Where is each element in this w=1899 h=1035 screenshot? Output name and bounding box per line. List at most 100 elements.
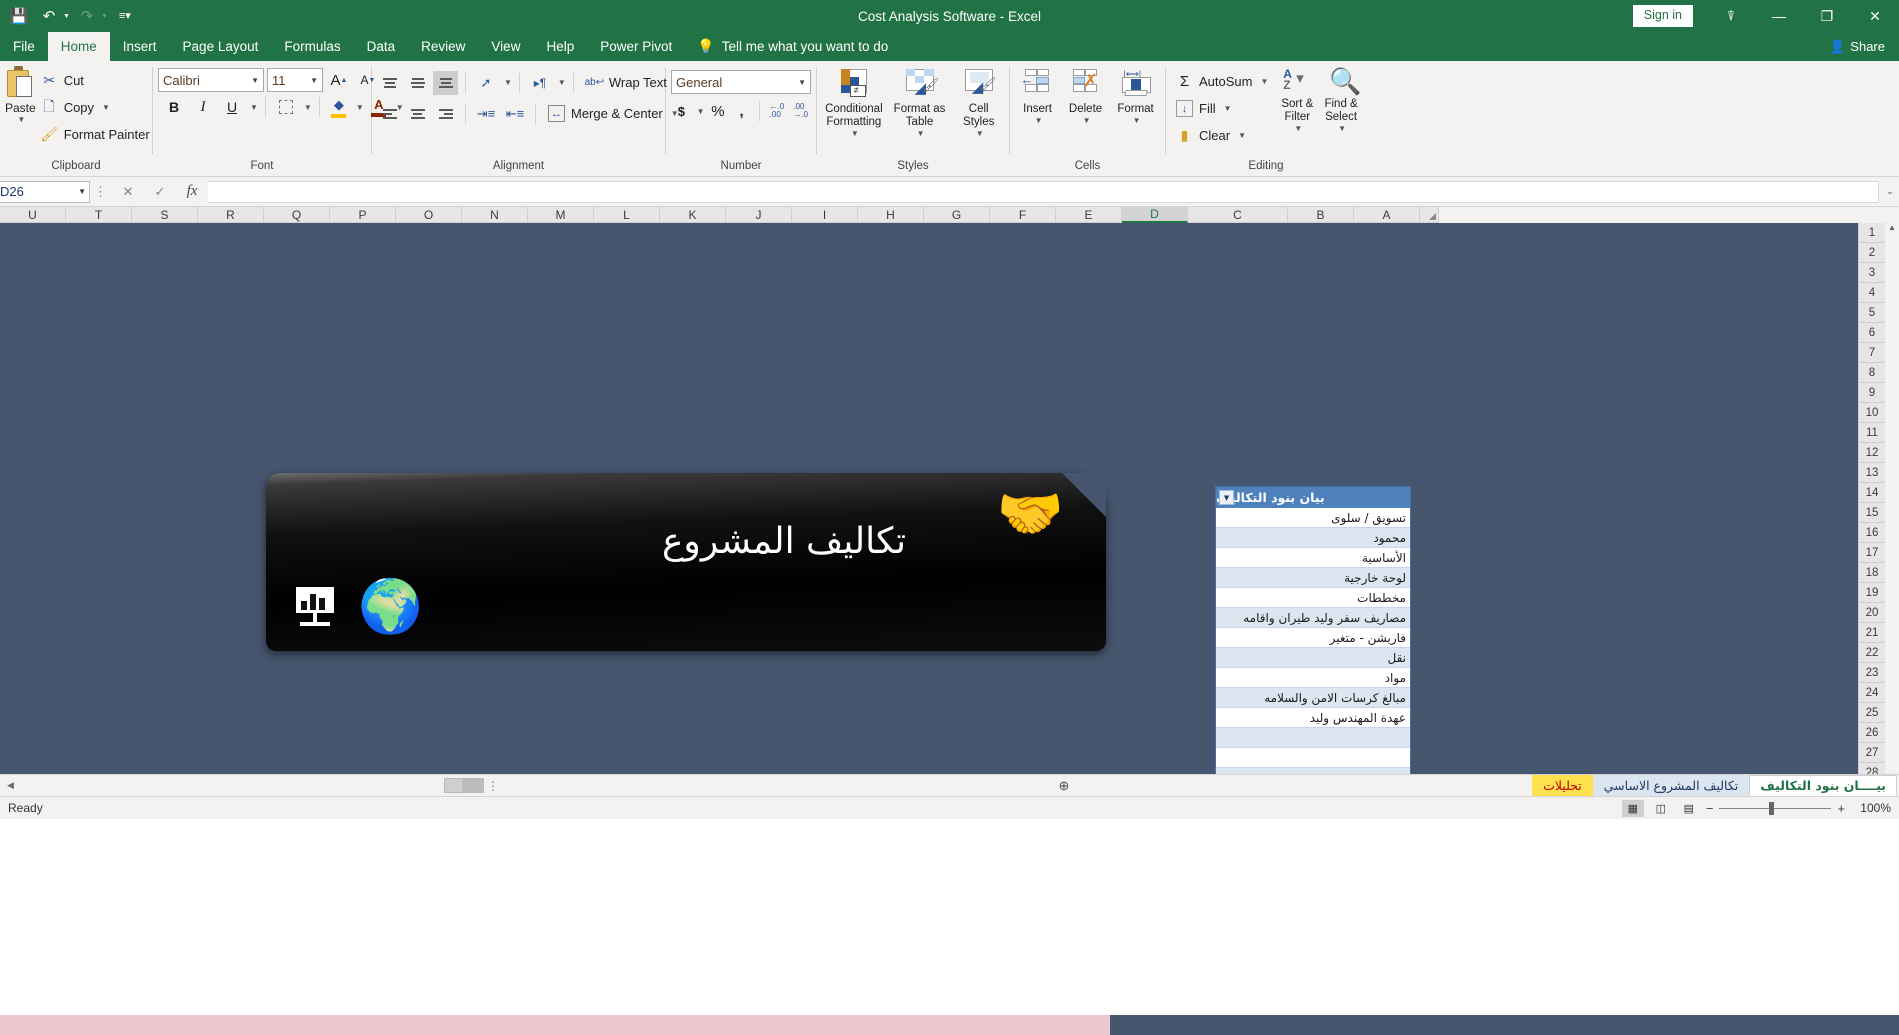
filter-dropdown-icon[interactable]: ▼ [1219, 490, 1234, 505]
name-box[interactable]: D26 ▼ [0, 180, 90, 203]
chevron-down-icon[interactable]: ▼ [304, 76, 318, 85]
row-header-21[interactable]: 21 [1858, 623, 1885, 643]
chevron-down-icon[interactable]: ▼ [792, 78, 806, 87]
font-name-combo[interactable]: Calibri ▼ [158, 68, 264, 92]
sheet-tab-cost-items[interactable]: بيــــان بنود التكاليف [1749, 775, 1897, 796]
font-size-combo[interactable]: 11 ▼ [267, 68, 323, 92]
customize-qat-icon[interactable]: ≡▾ [112, 4, 138, 28]
formula-input[interactable] [208, 180, 1879, 203]
sort-filter-button[interactable]: A Z ▾ Sort & Filter ▼ [1277, 67, 1317, 134]
cost-item-row[interactable]: محمود [1216, 528, 1410, 548]
cost-item-row[interactable]: مخططات [1216, 588, 1410, 608]
underline-dropdown-caret[interactable]: ▼ [250, 103, 258, 112]
sort-filter-dropdown-caret[interactable]: ▼ [1294, 124, 1302, 133]
sheet-tab-main-project-costs[interactable]: تكاليف المشروع الاساسي [1592, 775, 1750, 796]
row-header-24[interactable]: 24 [1858, 683, 1885, 703]
text-direction-button[interactable]: ▸¶ [527, 71, 553, 95]
undo-dropdown-caret[interactable]: ▼ [63, 13, 70, 20]
row-header-7[interactable]: 7 [1858, 343, 1885, 363]
cost-item-row[interactable]: الأساسية [1216, 548, 1410, 568]
column-header-E[interactable]: E [1056, 207, 1122, 223]
normal-view-button[interactable]: ▦ [1621, 799, 1644, 817]
delete-cells-button[interactable]: ✗ Delete ▼ [1062, 69, 1109, 125]
align-left-button[interactable] [377, 102, 402, 126]
row-header-3[interactable]: 3 [1858, 263, 1885, 283]
fill-dropdown-caret[interactable]: ▼ [1224, 104, 1232, 113]
column-header-K[interactable]: K [660, 207, 726, 223]
copy-button[interactable]: 🗋 Copy ▼ [36, 94, 155, 121]
row-header-18[interactable]: 18 [1858, 563, 1885, 583]
zoom-track[interactable] [1719, 801, 1832, 815]
cell-styles-dropdown-caret[interactable]: ▼ [976, 129, 984, 138]
quick-access-toolbar[interactable]: 💾 ↶ ▼ ↷ ▼ ≡▾ [0, 4, 138, 28]
row-header-12[interactable]: 12 [1858, 443, 1885, 463]
column-header-U[interactable]: U [0, 207, 66, 223]
column-header-M[interactable]: M [528, 207, 594, 223]
expand-formula-bar-button[interactable]: ⌄ [1881, 186, 1899, 197]
row-header-5[interactable]: 5 [1858, 303, 1885, 323]
row-header-2[interactable]: 2 [1858, 243, 1885, 263]
wrap-text-button[interactable]: ab↩ Wrap Text [581, 69, 672, 96]
worksheet-canvas[interactable]: 🤝 تكاليف المشروع 🌍 ▼ بيان بنود التكاليف [0, 223, 1858, 783]
italic-button[interactable]: I [190, 95, 216, 119]
increase-decimal-button[interactable]: .00 →.0 [790, 99, 811, 123]
zoom-slider[interactable]: − + [1706, 801, 1845, 816]
conditional-dropdown-caret[interactable]: ▼ [851, 129, 859, 138]
align-top-button[interactable] [377, 71, 402, 95]
format-cells-button[interactable]: |⟷| Format ▼ [1111, 69, 1160, 125]
orientation-button[interactable]: ➚ [473, 71, 499, 95]
row-header-26[interactable]: 26 [1858, 723, 1885, 743]
column-header-I[interactable]: I [792, 207, 858, 223]
insert-cells-button[interactable]: ← Insert ▼ [1015, 69, 1060, 125]
chevron-down-icon[interactable]: ▼ [245, 76, 259, 85]
column-header-B[interactable]: B [1288, 207, 1354, 223]
delete-dropdown-caret[interactable]: ▼ [1083, 116, 1091, 125]
cancel-entry-button[interactable]: ✕ [112, 180, 144, 204]
bold-button[interactable]: B [161, 95, 187, 119]
tab-review[interactable]: Review [408, 32, 478, 61]
increase-font-size-button[interactable]: A ▲ [326, 68, 352, 92]
align-bottom-button[interactable] [433, 70, 458, 95]
row-header-8[interactable]: 8 [1858, 363, 1885, 383]
fill-color-button[interactable]: ◆ [327, 95, 351, 119]
column-header-G[interactable]: G [924, 207, 990, 223]
clear-dropdown-caret[interactable]: ▼ [1238, 131, 1246, 140]
paste-dropdown-caret[interactable]: ▼ [17, 115, 25, 124]
row-header-9[interactable]: 9 [1858, 383, 1885, 403]
vertical-scrollbar[interactable]: ▲ [1885, 223, 1899, 783]
fill-color-dropdown-caret[interactable]: ▼ [356, 103, 364, 112]
borders-button[interactable] [273, 95, 299, 119]
fill-button[interactable]: ↓ Fill ▼ [1171, 95, 1273, 122]
restore-button[interactable]: ❐ [1803, 0, 1851, 32]
row-header-11[interactable]: 11 [1858, 423, 1885, 443]
row-header-15[interactable]: 15 [1858, 503, 1885, 523]
confirm-entry-button[interactable]: ✓ [144, 180, 176, 204]
cut-button[interactable]: ✂ Cut [36, 67, 155, 94]
cost-item-row[interactable]: تسويق / سلوى [1216, 508, 1410, 528]
column-header-C[interactable]: C [1188, 207, 1288, 223]
find-select-button[interactable]: 🔍 Find & Select ▼ [1321, 68, 1361, 134]
column-header-O[interactable]: O [396, 207, 462, 223]
row-header-14[interactable]: 14 [1858, 483, 1885, 503]
number-format-combo[interactable]: General ▼ [671, 70, 811, 94]
autosum-button[interactable]: Σ AutoSum ▼ [1171, 68, 1273, 95]
align-right-button[interactable] [433, 102, 458, 126]
row-header-19[interactable]: 19 [1858, 583, 1885, 603]
add-sheet-button[interactable]: ⊕ [1051, 775, 1077, 796]
column-header-H[interactable]: H [858, 207, 924, 223]
insert-function-button[interactable]: fx [176, 180, 208, 204]
column-header-L[interactable]: L [594, 207, 660, 223]
decrease-indent-button[interactable]: ⇥≡ [473, 102, 499, 126]
row-header-22[interactable]: 22 [1858, 643, 1885, 663]
row-header-20[interactable]: 20 [1858, 603, 1885, 623]
redo-arrow-icon[interactable]: ↷ [74, 4, 100, 28]
column-header-P[interactable]: P [330, 207, 396, 223]
zoom-out-button[interactable]: − [1706, 801, 1714, 816]
cost-item-row-empty[interactable] [1216, 748, 1410, 768]
horizontal-scrollbar-thumb-inner[interactable] [462, 778, 484, 793]
redo-dropdown-caret[interactable]: ▼ [101, 13, 108, 20]
tab-file[interactable]: File [0, 32, 48, 61]
tab-home[interactable]: Home [47, 32, 110, 61]
format-as-table-button[interactable]: ◢ 🖌 Format as Table ▼ [888, 69, 952, 139]
accounting-dropdown-caret[interactable]: ▼ [697, 107, 705, 116]
